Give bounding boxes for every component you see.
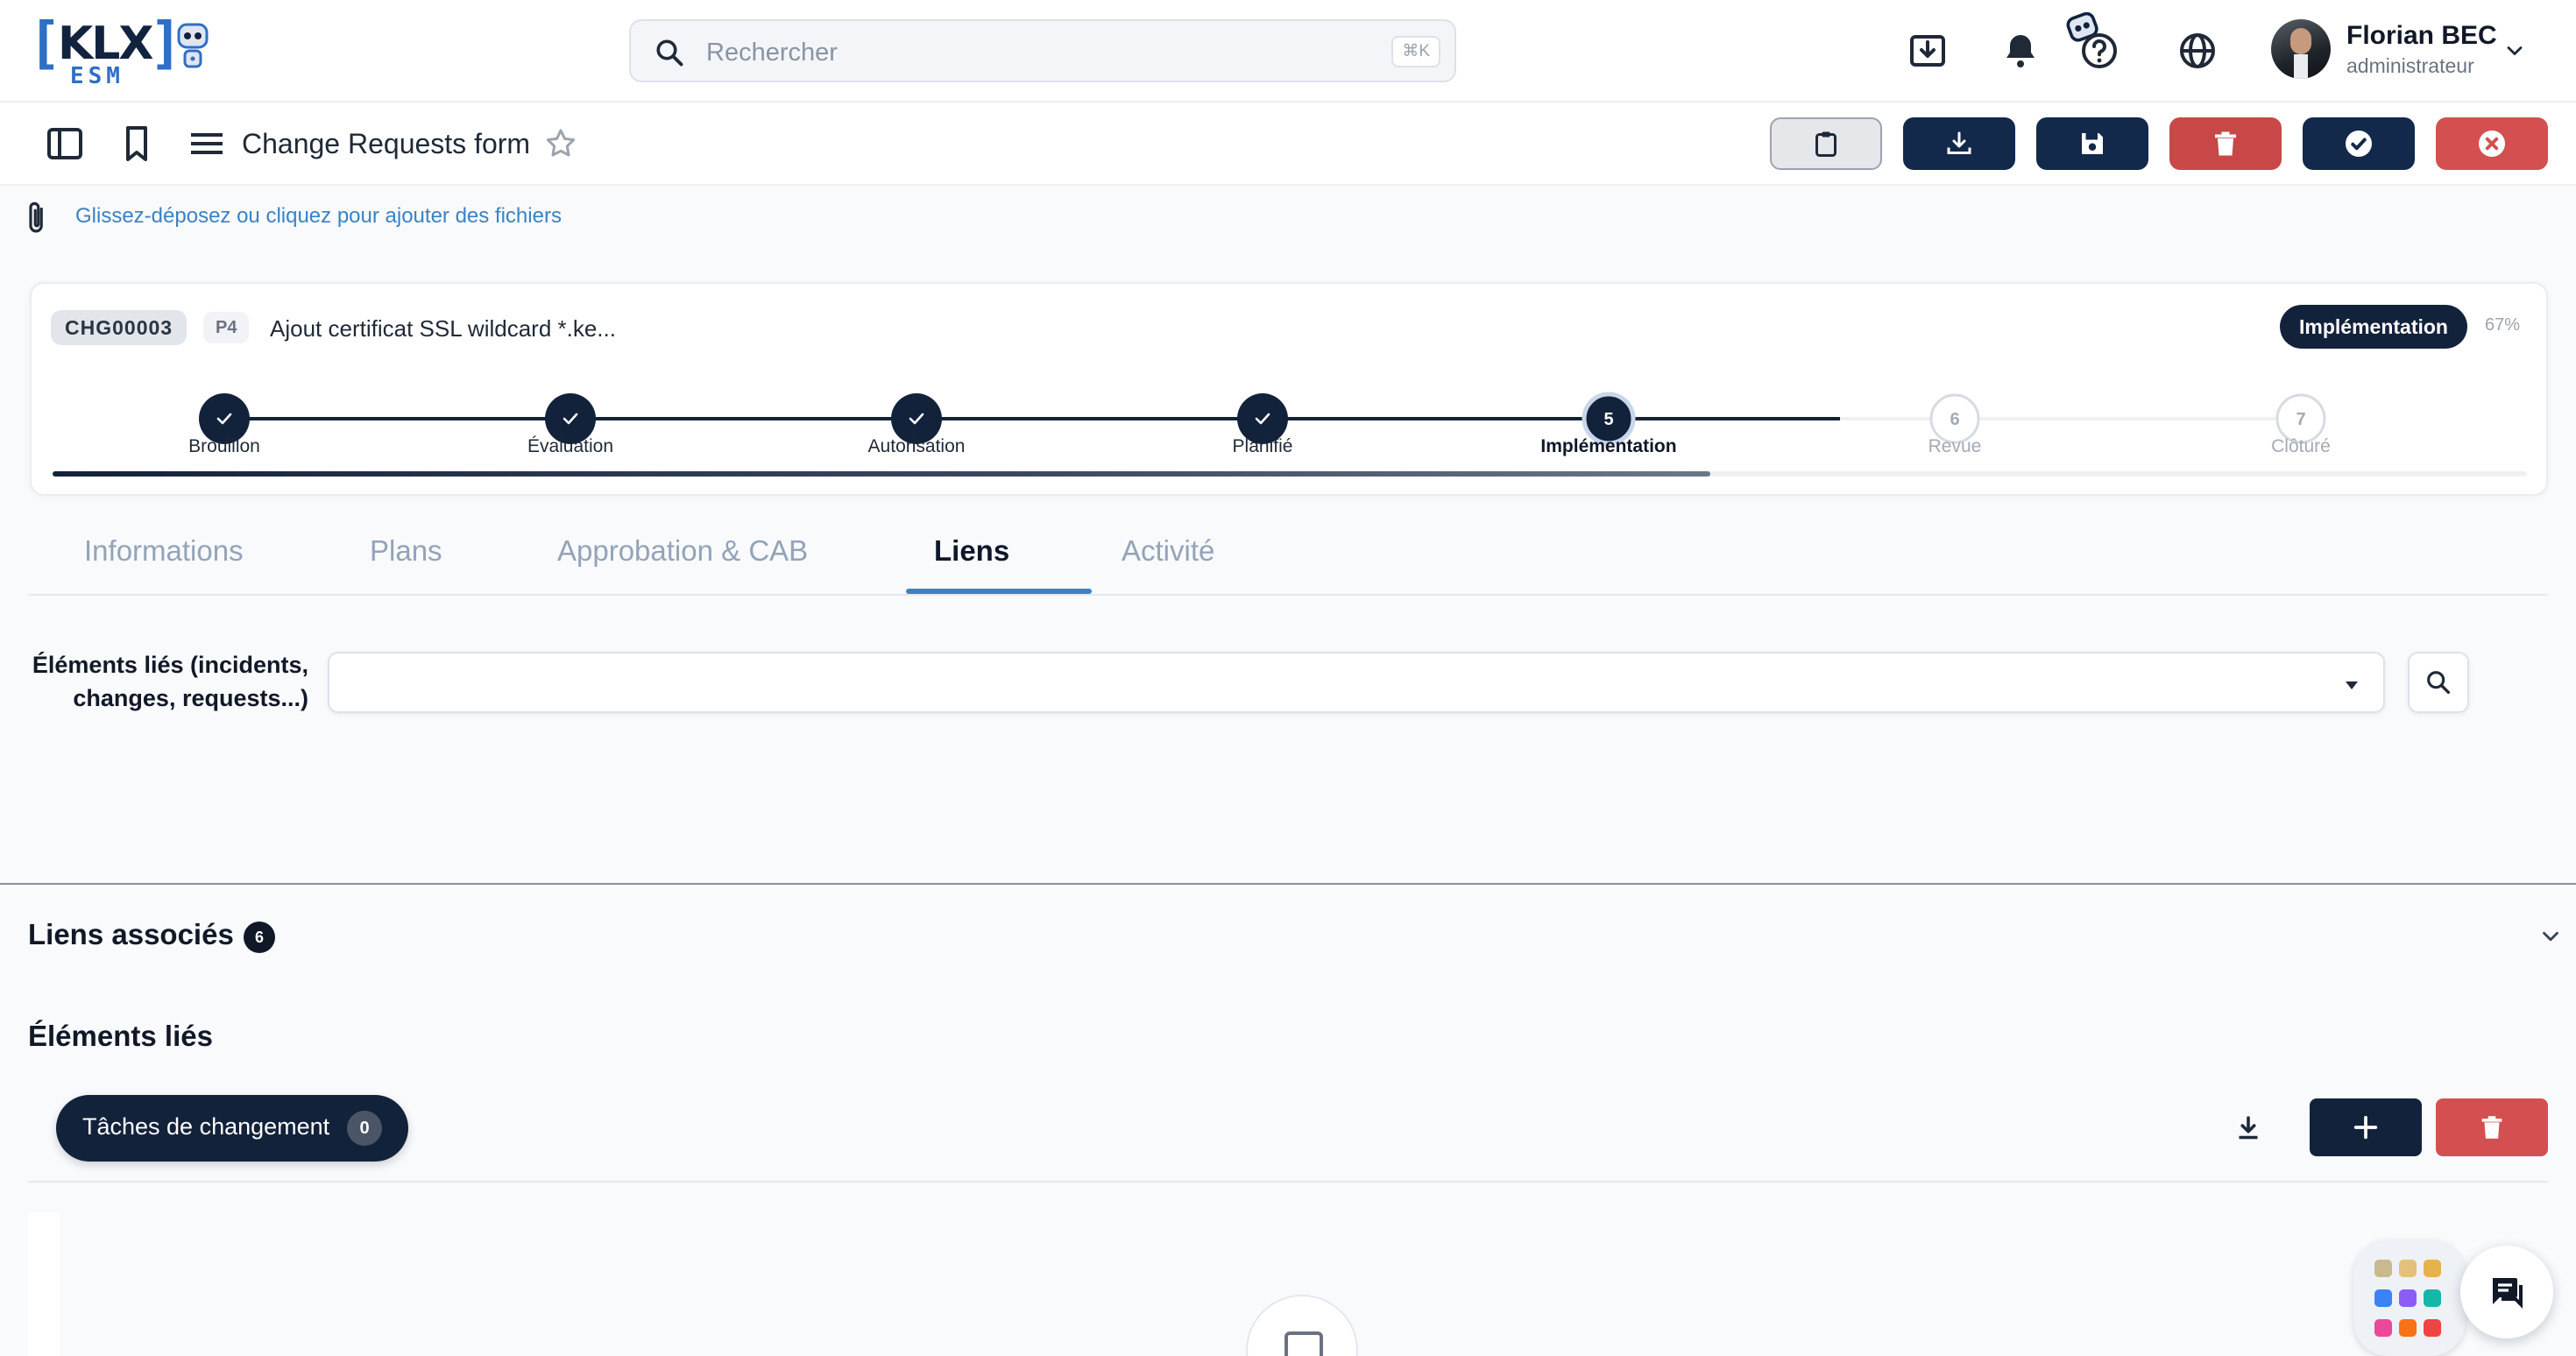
apps-launcher-widget[interactable] xyxy=(2353,1240,2466,1356)
app-logo[interactable]: [ KLX ] ESM xyxy=(28,16,214,89)
step-label: Implémentation xyxy=(1540,436,1677,456)
caret-down-icon xyxy=(2346,682,2358,689)
save-icon xyxy=(2082,133,2103,154)
delete-link-button[interactable] xyxy=(2436,1098,2548,1156)
file-dropzone[interactable]: Glissez-déposez ou cliquez pour ajouter … xyxy=(75,204,562,229)
step-label: Planifié xyxy=(1232,436,1293,456)
workflow-stepper: 5 6 7 xyxy=(199,392,2326,446)
robot-icon xyxy=(177,23,209,68)
user-role: administrateur xyxy=(2346,54,2474,77)
linked-elements-select[interactable] xyxy=(328,652,2385,713)
plus-icon xyxy=(2353,1115,2378,1140)
clipboard-icon xyxy=(1815,131,1836,157)
validate-button[interactable] xyxy=(2303,117,2415,170)
save-button[interactable] xyxy=(2036,117,2148,170)
step-label: Évaluation xyxy=(527,436,614,456)
empty-state-icon xyxy=(1246,1295,1358,1356)
chat-icon xyxy=(2493,1278,2523,1309)
export-button[interactable] xyxy=(1903,117,2015,170)
top-bar: [ KLX ] ESM Rechercher ⌘K Florian BEC ad… xyxy=(0,0,2576,102)
tab-bar: Informations Plans Approbation & CAB Lie… xyxy=(28,515,2548,596)
chevron-down-icon[interactable] xyxy=(2502,39,2527,63)
progress-fill xyxy=(53,471,1711,477)
tab-liens[interactable]: Liens xyxy=(934,534,1009,568)
linked-elements-title: Éléments liés xyxy=(28,1020,213,1052)
avatar[interactable] xyxy=(2271,19,2331,79)
tab-plans[interactable]: Plans xyxy=(370,534,442,568)
section-divider xyxy=(0,883,2576,885)
check-circle-icon xyxy=(2346,131,2372,157)
list-divider xyxy=(28,1181,2548,1183)
list-area xyxy=(28,1212,60,1356)
step-6[interactable]: 6 xyxy=(1929,393,1980,444)
download-icon[interactable] xyxy=(2233,1112,2264,1144)
download-icon xyxy=(1947,131,1971,154)
bell-icon[interactable] xyxy=(1999,30,2042,72)
step-7[interactable]: 7 xyxy=(2275,393,2326,444)
star-icon[interactable] xyxy=(543,126,578,161)
help-robot-icon[interactable] xyxy=(2064,11,2122,72)
globe-icon[interactable] xyxy=(2176,30,2219,72)
change-tasks-tab[interactable]: Tâches de changement 0 xyxy=(56,1095,408,1162)
step-number: 5 xyxy=(1603,410,1613,429)
form-toolbar: Change Requests form xyxy=(0,103,2576,186)
cancel-button[interactable] xyxy=(2436,117,2548,170)
step-number: 6 xyxy=(1950,410,1959,429)
tab-activite[interactable]: Activité xyxy=(1122,534,1214,568)
user-name[interactable]: Florian BEC xyxy=(2346,21,2497,51)
search-shortcut: ⌘K xyxy=(1391,36,1440,67)
record-id-badge: CHG00003 xyxy=(51,310,188,345)
logo-text: KLX xyxy=(58,18,154,70)
tab-approbation[interactable]: Approbation & CAB xyxy=(557,534,808,568)
tab-informations[interactable]: Informations xyxy=(84,534,244,568)
global-search[interactable]: Rechercher ⌘K xyxy=(629,19,1456,82)
bookmark-icon[interactable] xyxy=(116,123,158,165)
trash-icon xyxy=(2481,1116,2502,1139)
linked-search-button[interactable] xyxy=(2408,652,2469,713)
record-summary-card: CHG00003 P4 Ajout certificat SSL wildcar… xyxy=(30,282,2548,496)
status-badge: Implémentation xyxy=(2280,305,2467,349)
linked-elements-label: Éléments liés (incidents, changes, reque… xyxy=(32,652,308,711)
clipboard-button[interactable] xyxy=(1770,117,1882,170)
add-link-button[interactable] xyxy=(2310,1098,2422,1156)
delete-button[interactable] xyxy=(2169,117,2282,170)
associated-links-count: 6 xyxy=(244,922,275,953)
paperclip-icon[interactable] xyxy=(23,200,51,237)
page-title: Change Requests form xyxy=(242,128,531,159)
change-tasks-count: 0 xyxy=(347,1111,382,1146)
search-icon xyxy=(2427,671,2451,695)
step-label: Brouillon xyxy=(188,436,260,456)
menu-icon[interactable] xyxy=(186,123,228,165)
download-tray-icon[interactable] xyxy=(1907,30,1949,72)
close-circle-icon xyxy=(2479,131,2505,157)
trash-icon xyxy=(2215,131,2236,156)
associated-links-title[interactable]: Liens associés xyxy=(28,918,234,951)
logo-subtext: ESM xyxy=(70,63,124,89)
change-tasks-label: Tâches de changement xyxy=(82,1113,330,1140)
chat-button[interactable] xyxy=(2460,1246,2553,1338)
chevron-down-icon[interactable] xyxy=(2537,923,2564,950)
sidebar-toggle-icon[interactable] xyxy=(44,123,86,165)
progress-percent: 67% xyxy=(2485,315,2521,335)
active-tab-indicator xyxy=(906,589,1092,594)
step-label: Autorisation xyxy=(867,436,966,456)
step-label: Clôturé xyxy=(2271,436,2331,456)
progress-track xyxy=(53,471,2527,477)
search-placeholder: Rechercher xyxy=(706,39,838,67)
priority-badge: P4 xyxy=(203,312,250,343)
step-label: Revue xyxy=(1928,436,1982,456)
record-title: Ajout certificat SSL wildcard *.ke... xyxy=(270,315,616,342)
step-number: 7 xyxy=(2296,410,2305,429)
search-icon xyxy=(656,39,683,67)
logo-bracket-left: [ xyxy=(28,11,62,76)
